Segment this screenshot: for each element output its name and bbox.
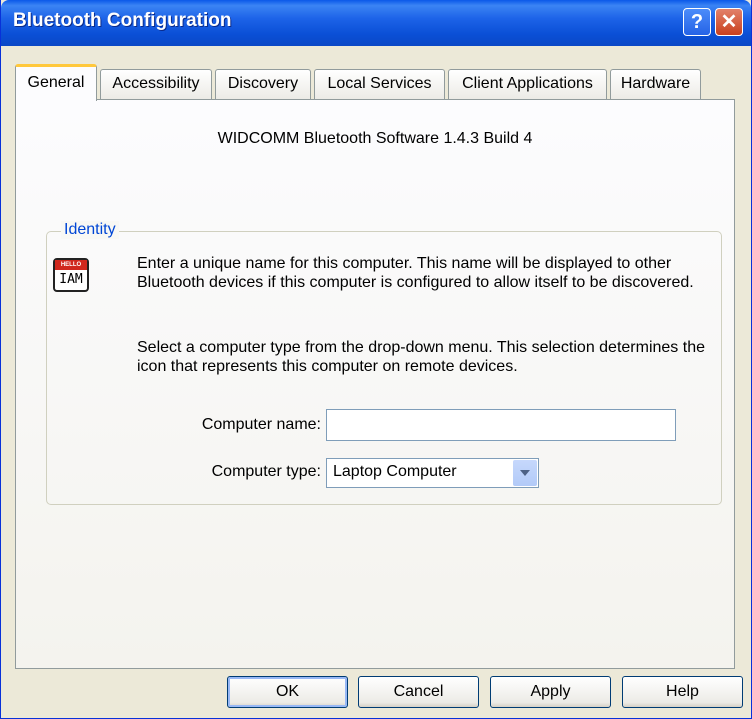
close-icon[interactable]: ✕ (715, 8, 743, 36)
iam-icon-text: IAM (59, 272, 83, 287)
computer-type-description: Select a computer type from the drop-dow… (137, 339, 705, 375)
cancel-button[interactable]: Cancel (358, 676, 479, 708)
tab-local-services[interactable]: Local Services (314, 69, 445, 99)
tab-strip: General Accessibility Discovery Local Se… (15, 64, 735, 101)
tab-accessibility[interactable]: Accessibility (100, 69, 212, 99)
computer-name-input[interactable] (326, 409, 676, 441)
tab-general[interactable]: General (15, 64, 97, 101)
computer-type-dropdown[interactable]: Laptop Computer (326, 458, 539, 488)
identity-group-label: Identity (61, 221, 119, 239)
hello-i-am-icon: HELLO IAM (53, 258, 89, 292)
window-title: Bluetooth Configuration (13, 10, 232, 31)
general-tab-panel: WIDCOMM Bluetooth Software 1.4.3 Build 4… (15, 99, 735, 669)
tab-client-applications[interactable]: Client Applications (448, 69, 607, 99)
dialog-window: Bluetooth Configuration ? ✕ General Acce… (0, 0, 752, 719)
apply-button[interactable]: Apply (490, 676, 611, 708)
tab-hardware[interactable]: Hardware (610, 69, 701, 99)
help-icon[interactable]: ? (683, 8, 711, 36)
chevron-down-icon[interactable] (513, 460, 537, 486)
help-button[interactable]: Help (622, 676, 743, 708)
ok-button[interactable]: OK (227, 676, 348, 708)
identity-description: Enter a unique name for this computer. T… (137, 255, 694, 291)
hello-icon-banner: HELLO (55, 260, 87, 270)
computer-name-label: Computer name: (201, 416, 321, 433)
identity-groupbox: Identity HELLO IAM Enter a unique name f… (46, 221, 722, 505)
computer-type-value: Laptop Computer (333, 463, 457, 480)
computer-type-label: Computer type: (211, 463, 321, 480)
software-version-text: WIDCOMM Bluetooth Software 1.4.3 Build 4 (217, 130, 533, 147)
title-bar[interactable]: Bluetooth Configuration ? ✕ (1, 0, 751, 46)
tab-discovery[interactable]: Discovery (215, 69, 311, 99)
